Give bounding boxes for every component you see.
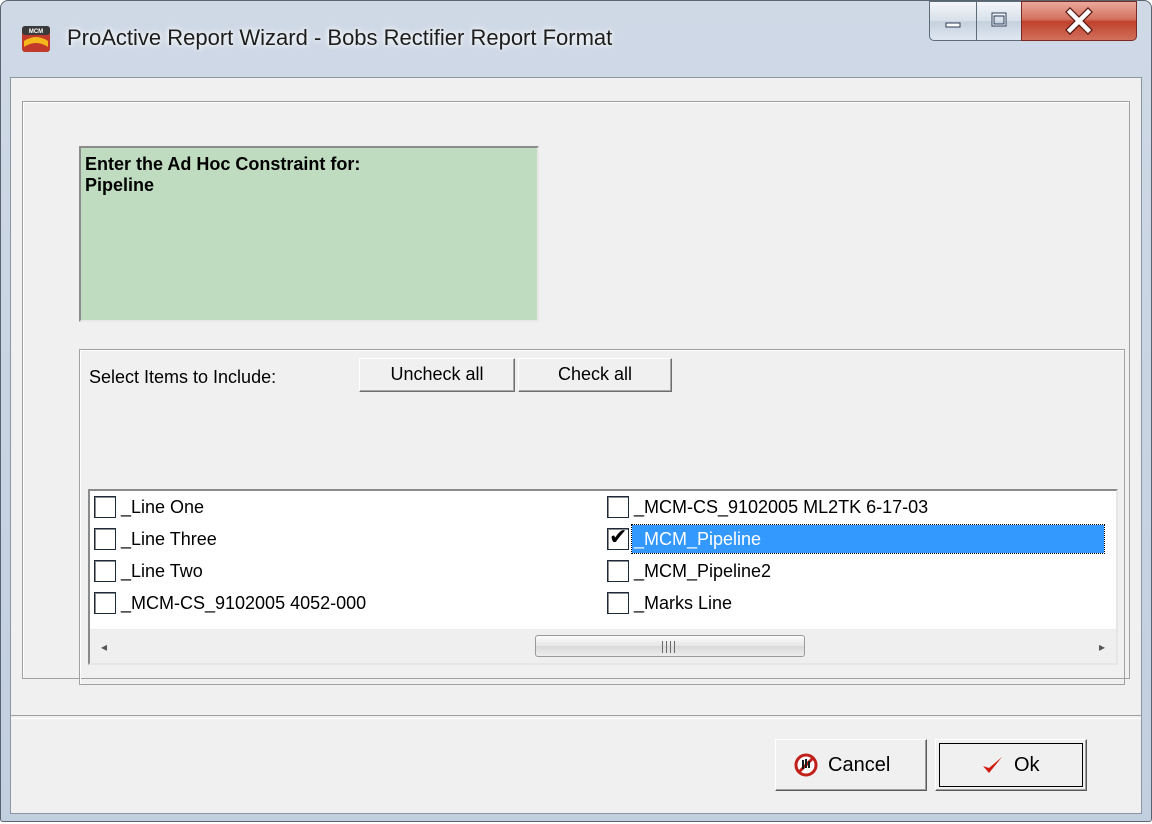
check-all-button[interactable]: Check all	[518, 358, 672, 392]
item-checkbox[interactable]	[94, 592, 116, 614]
item-checkbox[interactable]	[94, 528, 116, 550]
title-bar[interactable]: MCM ProActive Report Wizard - Bobs Recti…	[1, 1, 1151, 77]
item-checkbox[interactable]	[607, 592, 629, 614]
list-item[interactable]: _MCM-CS_9102005 ML2TK 6-17-03	[607, 491, 1113, 523]
items-label: Select Items to Include:	[89, 367, 277, 387]
item-label[interactable]: _Line Two	[119, 557, 205, 585]
list-item[interactable]: _MCM-CS_9102005 4052-000	[94, 587, 594, 619]
item-checkbox-checked[interactable]: ✔	[607, 524, 629, 550]
scroll-left-arrow-icon[interactable]: ◂	[94, 637, 114, 657]
item-label[interactable]: _Line One	[119, 493, 206, 521]
footer-separator	[11, 715, 1141, 719]
minimize-button[interactable]	[929, 1, 977, 41]
constraint-prompt-panel: Enter the Ad Hoc Constraint for: Pipelin…	[79, 146, 539, 322]
constraint-prompt: Enter the Ad Hoc Constraint for: Pipelin…	[85, 154, 361, 195]
cancel-icon	[794, 753, 818, 777]
scroll-right-arrow-icon[interactable]: ▸	[1092, 637, 1112, 657]
dialog-client-area: Enter the Ad Hoc Constraint for: Pipelin…	[10, 77, 1142, 814]
minimize-icon	[945, 22, 961, 28]
item-checkbox[interactable]	[94, 560, 116, 582]
checklist-column-left: _Line One _Line Three _Line Two _MCM-CS_…	[94, 491, 594, 619]
maximize-icon	[991, 12, 1007, 27]
window-title: ProActive Report Wizard - Bobs Rectifier…	[67, 25, 613, 50]
grip-icon	[662, 641, 676, 653]
item-label[interactable]: _MCM_Pipeline	[631, 524, 1105, 554]
dialog-window: MCM ProActive Report Wizard - Bobs Recti…	[0, 0, 1152, 822]
cancel-button[interactable]: Cancel	[775, 739, 927, 791]
maximize-button[interactable]	[976, 1, 1022, 41]
checklist-column-right: _MCM-CS_9102005 ML2TK 6-17-03 ✔ _MCM_Pip…	[607, 491, 1113, 619]
cancel-label: Cancel	[828, 754, 891, 776]
item-checkbox[interactable]	[607, 496, 629, 518]
close-icon	[1065, 7, 1093, 35]
list-item[interactable]: _Line Two	[94, 555, 594, 587]
list-item[interactable]: _Line Three	[94, 523, 594, 555]
list-item-selected[interactable]: ✔ _MCM_Pipeline	[607, 523, 1113, 555]
item-checkbox[interactable]	[607, 560, 629, 582]
ok-button[interactable]: Ok	[935, 739, 1087, 791]
checkmark-icon	[983, 757, 1002, 773]
item-label[interactable]: _MCM_Pipeline2	[632, 557, 773, 585]
list-item[interactable]: _Marks Line	[607, 587, 1113, 619]
item-label[interactable]: _Marks Line	[632, 589, 734, 617]
items-checklist[interactable]: _Line One _Line Three _Line Two _MCM-CS_…	[88, 489, 1118, 665]
list-item[interactable]: _MCM_Pipeline2	[607, 555, 1113, 587]
uncheck-all-button[interactable]: Uncheck all	[359, 358, 515, 392]
close-button[interactable]	[1021, 1, 1137, 41]
mcm-app-icon: MCM	[22, 26, 50, 52]
list-item[interactable]: _Line One	[94, 491, 594, 523]
checkmark-icon: ✔	[609, 524, 628, 549]
item-label[interactable]: _MCM-CS_9102005 4052-000	[119, 589, 368, 617]
item-checkbox[interactable]	[94, 496, 116, 518]
caption-buttons	[929, 1, 1137, 43]
items-panel: Select Items to Include: Uncheck all Che…	[79, 349, 1125, 685]
scrollbar-thumb[interactable]	[535, 635, 805, 657]
ok-label: Ok	[1014, 754, 1040, 776]
item-label[interactable]: _Line Three	[119, 525, 219, 553]
item-label[interactable]: _MCM-CS_9102005 ML2TK 6-17-03	[632, 493, 930, 521]
wizard-frame: Enter the Ad Hoc Constraint for: Pipelin…	[22, 101, 1130, 685]
horizontal-scrollbar[interactable]: ◂ ▸	[90, 629, 1116, 663]
svg-text:MCM: MCM	[29, 29, 43, 35]
